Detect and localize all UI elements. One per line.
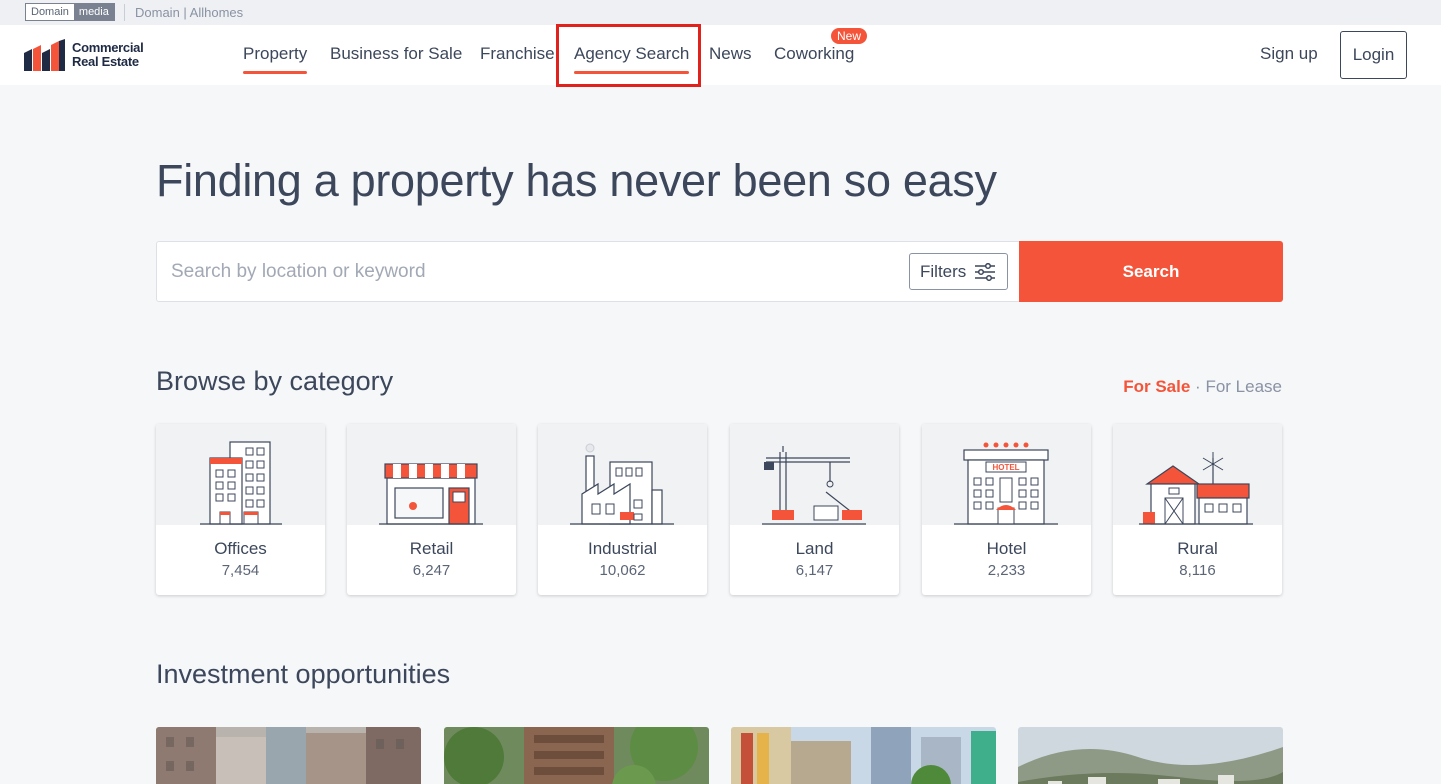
category-count: 2,233 [987, 562, 1026, 579]
building-trees-photo [444, 727, 709, 784]
nav-coworking[interactable]: Coworking [774, 44, 854, 64]
category-count: 10,062 [599, 562, 646, 579]
site-logo[interactable]: Commercial Real Estate [24, 39, 144, 71]
barn-windmill-icon [1139, 452, 1253, 525]
search-button[interactable]: Search [1019, 241, 1283, 302]
category-name: Land [795, 539, 834, 558]
badge-domain: Domain [26, 4, 74, 20]
category-card-retail[interactable]: Retail 6,247 [347, 424, 516, 595]
category-name: Offices [214, 539, 267, 558]
hills-town-photo [1018, 727, 1283, 784]
category-name: Industrial [588, 539, 657, 558]
for-sale-toggle[interactable]: For Sale [1123, 377, 1190, 396]
category-name: Hotel [986, 539, 1027, 558]
category-name: Retail [409, 539, 454, 558]
shopfront-icon [379, 463, 483, 525]
category-card-land[interactable]: Land 6,147 [730, 424, 899, 595]
badge-media: media [73, 4, 114, 20]
category-card-hotel[interactable]: HOTEL Hotel 2,233 [922, 424, 1091, 595]
filters-label: Filters [920, 261, 967, 281]
browse-section-title: Browse by category [156, 366, 394, 396]
investment-section-title: Investment opportunities [156, 659, 451, 689]
new-badge: New [831, 28, 868, 44]
nav-news[interactable]: News [709, 44, 752, 64]
hotel-icon: HOTEL [954, 442, 1058, 525]
investment-card[interactable] [156, 727, 421, 784]
login-button[interactable]: Login [1340, 31, 1407, 79]
investment-card[interactable] [731, 727, 996, 784]
nav-property[interactable]: Property [243, 44, 308, 74]
sliders-icon [975, 262, 996, 281]
sale-lease-toggle: For Sale · For Lease [1123, 377, 1282, 396]
category-card-industrial[interactable]: Industrial 10,062 [538, 424, 707, 595]
logo-text: Commercial Real Estate [72, 40, 144, 69]
divider [124, 4, 125, 21]
media-bar: Domain media Domain | Allhomes [0, 0, 1441, 25]
shopfronts-photo [731, 727, 996, 784]
hotel-sign-text: HOTEL [992, 463, 1019, 472]
nav-franchise[interactable]: Franchise [480, 44, 555, 64]
category-name: Rural [1177, 539, 1218, 558]
domain-media-badge[interactable]: Domain media [25, 3, 115, 21]
signup-link[interactable]: Sign up [1260, 44, 1318, 64]
category-count: 6,147 [795, 562, 834, 579]
investment-card[interactable] [1018, 727, 1283, 784]
crane-land-icon [762, 446, 866, 525]
category-card-offices[interactable]: Offices 7,454 [156, 424, 325, 595]
search-input[interactable] [157, 242, 897, 301]
filters-button[interactable]: Filters [909, 253, 1008, 290]
nav-business-for-sale[interactable]: Business for Sale [330, 44, 462, 64]
category-count: 7,454 [221, 562, 260, 579]
agency-search-highlight-box [556, 24, 701, 87]
factory-icon [570, 443, 674, 525]
media-links[interactable]: Domain | Allhomes [135, 4, 243, 21]
investment-card[interactable] [444, 727, 709, 784]
city-street-photo [156, 727, 421, 784]
category-card-rural[interactable]: Rural 8,116 [1113, 424, 1282, 595]
site-header: Commercial Real Estate Property Business… [0, 25, 1441, 85]
category-count: 8,116 [1179, 562, 1216, 579]
page-title: Finding a property has never been so eas… [156, 155, 997, 206]
for-lease-toggle[interactable]: For Lease [1205, 377, 1282, 396]
search-box: Filters [156, 241, 1019, 302]
logo-bars-icon [24, 39, 65, 71]
office-building-icon [200, 441, 282, 525]
category-count: 6,247 [412, 562, 451, 579]
